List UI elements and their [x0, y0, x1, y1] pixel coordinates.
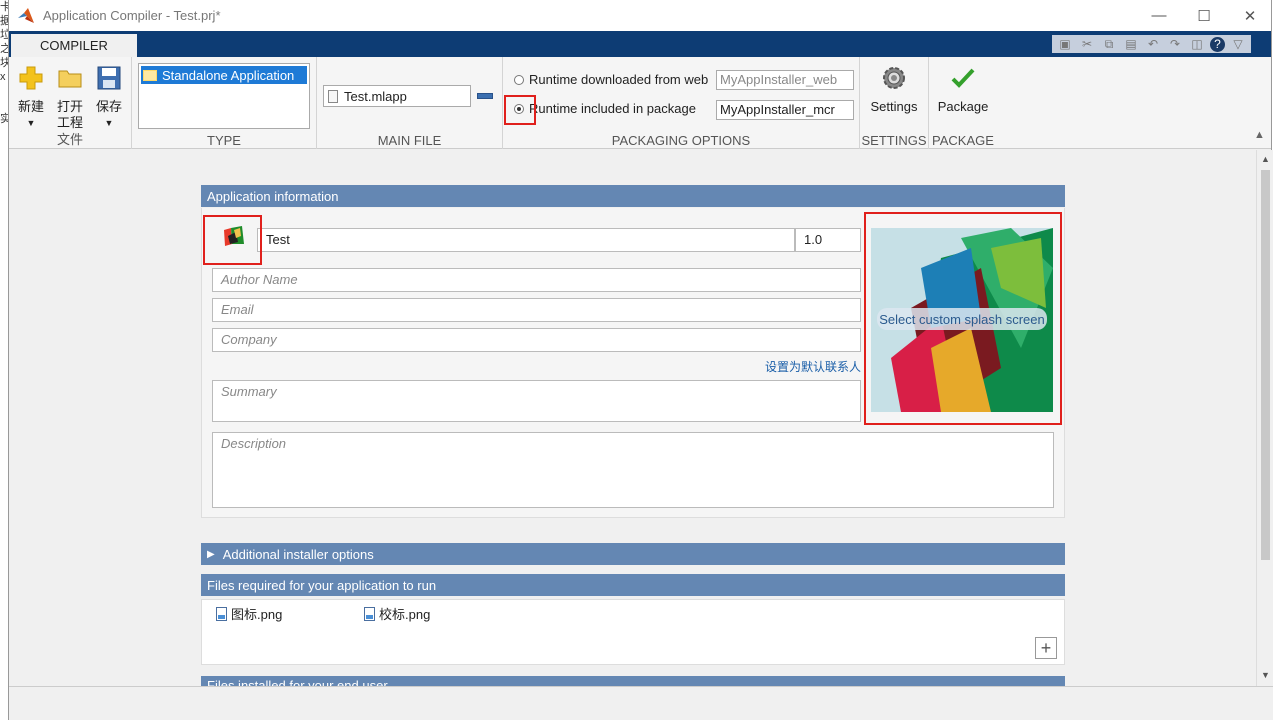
tab-compiler[interactable]: COMPILER: [11, 34, 137, 57]
file-item[interactable]: 图标.png: [216, 604, 282, 623]
minimize-button[interactable]: —: [1136, 0, 1182, 31]
settings-button[interactable]: Settings: [865, 65, 923, 115]
type-group-label: TYPE: [207, 133, 241, 148]
type-group: Standalone Application TYPE: [132, 57, 317, 149]
summary-input[interactable]: Summary: [212, 380, 861, 422]
file-icon: [216, 606, 227, 621]
version-input[interactable]: 1.0: [795, 228, 861, 252]
chevron-down-icon[interactable]: ▽: [1229, 36, 1247, 52]
redo-icon[interactable]: ↷: [1166, 36, 1184, 52]
application-compiler-window: Application Compiler - Test.prj* — ☐ ✕ C…: [8, 0, 1273, 720]
save-label: 保存: [95, 99, 122, 114]
project-content-panel: Application information Test 1.0 Author …: [9, 150, 1256, 686]
file-item[interactable]: 校标.png: [364, 604, 430, 623]
help-icon[interactable]: ?: [1210, 36, 1225, 52]
set-default-contact-link[interactable]: 设置为默认联系人: [722, 358, 861, 375]
plus-icon: [19, 66, 43, 90]
file-icon: [364, 606, 375, 621]
open-label-line1: 打开: [56, 99, 83, 114]
window-title: Application Compiler - Test.prj*: [43, 8, 221, 23]
packaging-options-group: Runtime downloaded from web MyAppInstall…: [503, 57, 860, 149]
file-group: 新建 ▼ 打开 工程 保存 ▼ 文件: [9, 57, 132, 149]
radio-runtime-web[interactable]: [514, 75, 524, 85]
included-installer-name-input[interactable]: MyAppInstaller_mcr: [716, 100, 854, 120]
files-required-header: Files required for your application to r…: [201, 574, 1065, 596]
save-button[interactable]: 保存 ▼: [90, 65, 128, 131]
mlapp-file-icon: [328, 89, 338, 103]
additional-installer-options-label: Additional installer options: [222, 546, 374, 562]
ribbon: 新建 ▼ 打开 工程 保存 ▼ 文件 Standalone Applicatio…: [9, 57, 1271, 149]
highlight-box-runtime-radio: [504, 95, 536, 125]
background-right-strip: [1272, 0, 1280, 720]
company-input[interactable]: Company: [212, 328, 861, 352]
runtime-included-label: Runtime included in package: [529, 101, 696, 116]
title-bar: Application Compiler - Test.prj* — ☐ ✕: [9, 0, 1271, 31]
maximize-button[interactable]: ☐: [1181, 0, 1227, 31]
open-project-button[interactable]: 打开 工程: [51, 65, 89, 131]
scrollbar-thumb[interactable]: [1261, 170, 1270, 560]
type-option-label: Standalone Application: [162, 67, 295, 83]
files-installed-label: Files installed for your end user: [207, 678, 388, 686]
vertical-scrollbar[interactable]: ▲ ▼: [1256, 150, 1273, 686]
additional-installer-options-header[interactable]: ▶ Additional installer options: [201, 543, 1065, 565]
scroll-up-icon[interactable]: ▲: [1261, 154, 1270, 164]
remove-main-file-button[interactable]: [477, 93, 493, 99]
packaging-options-group-label: PACKAGING OPTIONS: [611, 133, 751, 148]
type-option-standalone[interactable]: Standalone Application: [141, 66, 307, 84]
new-label: 新建: [17, 99, 44, 114]
paste-icon[interactable]: ▤: [1122, 36, 1140, 52]
close-button[interactable]: ✕: [1227, 0, 1273, 31]
files-installed-header: Files installed for your end user: [201, 676, 1065, 686]
package-label: Package: [937, 99, 989, 114]
web-installer-name-input[interactable]: MyAppInstaller_web: [716, 70, 854, 90]
runtime-web-label: Runtime downloaded from web: [529, 72, 709, 87]
expand-arrow-icon: ▶: [207, 548, 215, 560]
save-icon[interactable]: ▣: [1056, 36, 1074, 52]
highlight-box-app-icon: [203, 215, 262, 265]
main-file-group: Test.mlapp MAIN FILE: [317, 57, 503, 149]
email-input[interactable]: Email: [212, 298, 861, 322]
file-name: 校标.png: [379, 607, 431, 622]
main-file-entry[interactable]: Test.mlapp: [323, 85, 471, 107]
gear-icon: [883, 67, 905, 89]
main-file-group-label: MAIN FILE: [377, 133, 442, 148]
new-button[interactable]: 新建 ▼: [12, 65, 50, 131]
settings-label: Settings: [870, 99, 918, 114]
main-file-name: Test.mlapp: [344, 88, 407, 104]
file-group-label: 文件: [56, 132, 83, 147]
background-left-strip: 卡据垃之块x实: [0, 0, 8, 720]
application-type-list[interactable]: Standalone Application: [138, 63, 310, 129]
copy-icon[interactable]: ⧉: [1100, 36, 1118, 52]
status-bar: [9, 686, 1273, 720]
package-group-label: PACKAGE: [932, 133, 994, 148]
package-button[interactable]: Package: [933, 65, 993, 115]
app-info-header: Application information: [201, 185, 1065, 207]
undo-icon[interactable]: ↶: [1144, 36, 1162, 52]
collapse-ribbon-icon[interactable]: ▲: [1254, 129, 1265, 141]
application-window-icon: [143, 69, 157, 81]
files-required-list: 图标.png 校标.png: [201, 599, 1065, 665]
checkmark-icon: [951, 68, 975, 88]
add-file-button[interactable]: +: [1035, 637, 1057, 659]
floppy-disk-icon: [97, 66, 121, 90]
settings-group-label: SETTINGS: [861, 133, 927, 148]
scroll-down-icon[interactable]: ▼: [1261, 670, 1270, 680]
matlab-logo-icon: [18, 7, 34, 23]
quick-access-toolbar: ▣ ✂ ⧉ ▤ ↶ ↷ ◫ ? ▽: [1052, 35, 1251, 53]
ribbon-tab-strip: COMPILER ▣ ✂ ⧉ ▤ ↶ ↷ ◫ ? ▽: [9, 31, 1271, 57]
highlight-box-splash: [864, 212, 1062, 425]
cut-icon[interactable]: ✂: [1078, 36, 1096, 52]
author-name-input[interactable]: Author Name: [212, 268, 861, 292]
description-input[interactable]: Description: [212, 432, 1054, 508]
file-name: 图标.png: [231, 607, 283, 622]
switch-windows-icon[interactable]: ◫: [1188, 36, 1206, 52]
package-group: Package PACKAGE: [929, 57, 997, 149]
settings-group: Settings SETTINGS: [860, 57, 929, 149]
app-name-input[interactable]: Test: [257, 228, 795, 252]
folder-icon: [58, 70, 82, 88]
